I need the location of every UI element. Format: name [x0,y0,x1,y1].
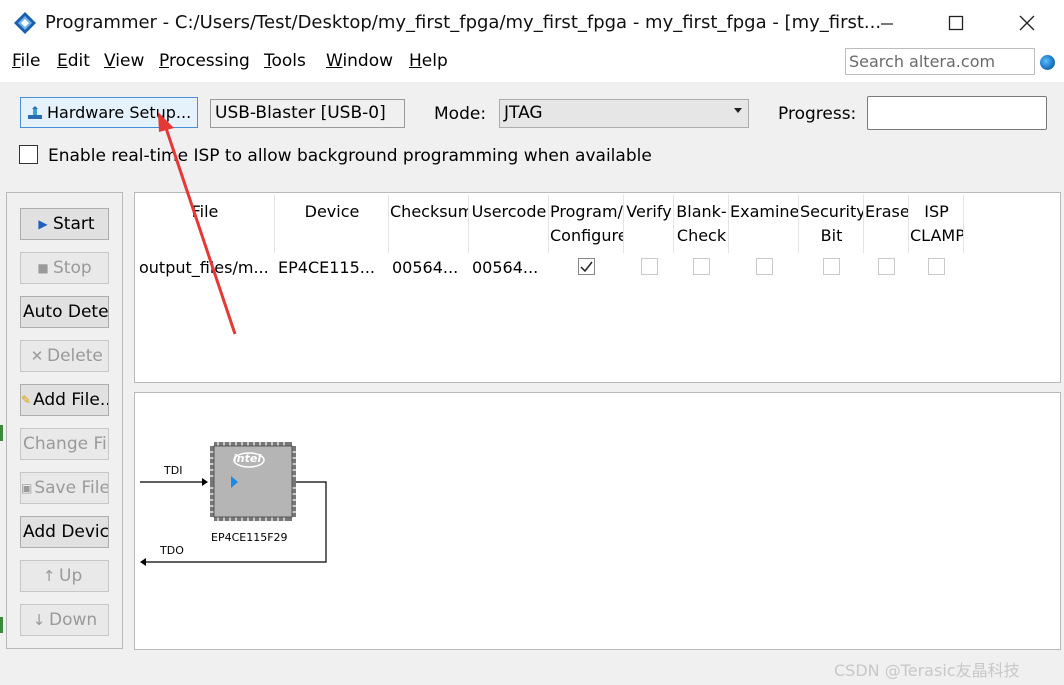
auto-detect-label: Auto Detect [23,302,109,322]
column-divider [963,195,964,253]
column-divider [623,195,624,253]
chevron-down-icon[interactable] [734,108,742,113]
close-icon[interactable] [1004,0,1050,46]
column-divider [548,195,549,253]
stop-icon: ■ [37,261,49,275]
delete-icon: ✕ [30,347,44,365]
add-file-button[interactable]: ✎ Add File... [20,384,109,416]
add-device-button[interactable]: Add Device... [20,516,109,548]
delete-button[interactable]: ✕ Delete [20,340,109,372]
menu-tools[interactable]: Tools [264,51,306,71]
globe-icon[interactable] [1040,55,1055,70]
column-divider [908,195,909,253]
delete-label: Delete [47,346,103,366]
down-button[interactable]: ↓ Down [20,604,109,636]
stop-button[interactable]: ■ Stop [20,252,109,284]
down-arrow-icon: ↓ [32,611,46,629]
up-button[interactable]: ↑ Up [20,560,109,592]
device-name-label[interactable]: EP4CE115F29 [211,531,288,544]
add-file-label: Add File... [33,390,109,410]
change-file-label: Change File... [23,434,108,454]
tdo-label: TDO [160,544,184,557]
maximize-icon[interactable] [933,0,979,46]
col-header-isp-clamp[interactable]: ISP CLAMP [910,200,963,248]
annotation-arrow [158,112,237,335]
column-divider [798,195,799,253]
jtag-chain-diagram [140,442,327,566]
verify-checkbox[interactable] [641,258,658,275]
menu-edit[interactable]: Edit [57,51,90,71]
hardware-icon [28,105,42,119]
column-divider [468,195,469,253]
column-divider [728,195,729,253]
col-header-device[interactable]: Device [276,200,388,224]
col-header-security[interactable]: Security Bit [800,200,863,248]
edge-mark [0,425,3,441]
col-header-verify[interactable]: Verify [625,200,673,224]
column-divider [863,195,864,253]
col-header-examine[interactable]: Examine [730,200,798,224]
down-label: Down [49,610,98,630]
change-file-button[interactable]: Change File... [20,428,109,460]
add-file-icon: ✎ [21,393,32,407]
security-bit-checkbox[interactable] [823,258,840,275]
quartus-app-icon [14,12,36,34]
mode-select[interactable]: JTAG [499,99,749,128]
program-checkbox[interactable] [578,258,595,275]
progress-label: Progress: [778,104,857,124]
up-label: Up [59,566,83,586]
row-checksum: 00564... [392,258,459,277]
menu-view[interactable]: View [104,51,144,71]
add-device-label: Add Device... [23,522,109,542]
erase-checkbox[interactable] [878,258,895,275]
watermark: CSDN @Terasic友晶科技 [834,661,1020,680]
save-file-icon: ▣ [21,481,33,495]
column-divider [673,195,674,253]
mode-label: Mode: [434,104,487,124]
check-icon [580,261,593,273]
examine-checkbox[interactable] [756,258,773,275]
col-header-erase[interactable]: Erase [865,200,908,224]
search-input[interactable]: Search altera.com [845,48,1035,75]
isp-clamp-checkbox[interactable] [928,258,945,275]
menu-file[interactable]: File [12,51,40,71]
save-file-label: Save File [34,478,109,498]
col-header-blank-check[interactable]: Blank- Check [675,200,728,248]
isp-checkbox[interactable] [19,145,38,164]
menu-window[interactable]: Window [326,51,393,71]
window-title: Programmer - C:/Users/Test/Desktop/my_fi… [45,12,882,33]
col-header-program[interactable]: Program/Configure [550,200,623,248]
row-device[interactable]: EP4CE115... [278,258,386,277]
tdi-label: TDI [164,464,183,477]
col-header-checksum[interactable]: Checksum [390,200,468,224]
progress-bar [867,96,1047,130]
start-button[interactable]: ▶ Start [20,208,109,240]
column-divider [274,195,275,253]
menu-processing[interactable]: Processing [159,51,250,71]
blank-check-checkbox[interactable] [693,258,710,275]
start-icon: ▶ [38,217,48,231]
column-divider [388,195,389,253]
row-usercode: 00564... [472,258,539,277]
minimize-icon[interactable] [864,0,910,46]
stop-label: Stop [53,258,92,278]
up-arrow-icon: ↑ [42,567,56,585]
col-header-usercode[interactable]: Usercode [470,200,548,224]
menu-help[interactable]: Help [409,51,448,71]
edge-mark [0,617,3,633]
isp-label: Enable real-time ISP to allow background… [48,146,652,166]
chip-brand: intel [233,452,262,465]
save-file-button[interactable]: ▣ Save File [20,472,109,504]
start-label: Start [53,214,95,234]
auto-detect-button[interactable]: ◐Auto Detect [20,296,109,328]
